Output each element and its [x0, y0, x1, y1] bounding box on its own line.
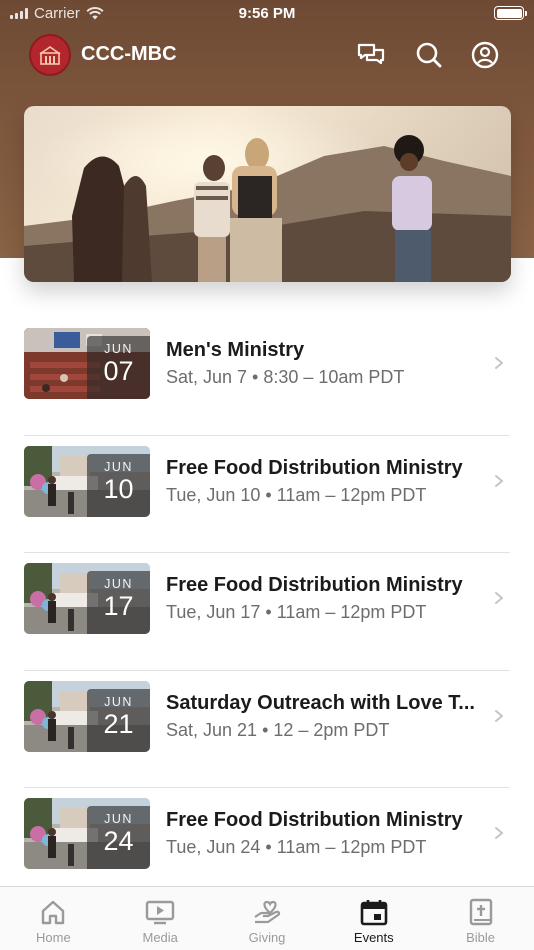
event-day: 10: [103, 473, 134, 504]
chevron-right-icon: [494, 474, 504, 488]
tab-events[interactable]: Events: [320, 887, 427, 950]
hero-photo: [24, 106, 511, 282]
chevron-right-icon: [494, 826, 504, 840]
event-title: Free Food Distribution Ministry: [166, 574, 463, 596]
tab-label: Home: [36, 930, 71, 945]
chevron-right-icon: [494, 591, 504, 605]
events-list: JUN 07 Men's Ministry Sat, Jun 7 • 8:30 …: [24, 318, 510, 906]
battery-icon: [494, 6, 527, 20]
event-month: JUN: [104, 694, 133, 709]
event-month: JUN: [104, 577, 133, 591]
event-thumbnail: JUN 21: [24, 680, 150, 752]
event-date-badge: JUN 07: [87, 336, 150, 399]
event-day: 21: [103, 708, 134, 739]
event-date-badge: JUN 21: [87, 688, 150, 752]
event-title: Free Food Distribution Ministry: [166, 809, 463, 831]
event-title: Free Food Distribution Ministry: [166, 456, 463, 479]
hero-banner-image[interactable]: [24, 106, 511, 282]
tab-label: Giving: [248, 930, 286, 945]
event-row[interactable]: JUN 17 Free Food Distribution Ministry T…: [24, 553, 510, 671]
giving-icon: [252, 897, 282, 927]
tab-home[interactable]: Home: [0, 887, 107, 950]
status-bar: Carrier 9:56 PM: [0, 0, 534, 28]
chat-icon[interactable]: [356, 40, 386, 70]
event-thumbnail: JUN 24: [24, 798, 150, 869]
media-icon: [145, 897, 175, 927]
event-datetime: Tue, Jun 17 • 11am – 12pm PDT: [166, 602, 427, 622]
event-date-badge: JUN 10: [87, 453, 150, 517]
nav-bar: CCC-MBC: [0, 32, 534, 78]
event-title: Men's Ministry: [166, 339, 305, 361]
chevron-right-icon: [494, 709, 504, 723]
event-day: 07: [103, 356, 134, 386]
event-day: 24: [103, 826, 134, 856]
chevron-right-icon: [494, 356, 504, 370]
event-datetime: Sat, Jun 21 • 12 – 2pm PDT: [166, 719, 390, 740]
event-datetime: Tue, Jun 24 • 11am – 12pm PDT: [166, 837, 427, 857]
church-logo-icon: [39, 46, 61, 65]
profile-icon[interactable]: [470, 40, 500, 70]
tab-bar: Home Media Giving Events Bible: [0, 886, 534, 950]
event-thumbnail: JUN 07: [24, 328, 150, 399]
event-day: 17: [103, 591, 134, 621]
home-icon: [38, 897, 68, 927]
event-date-badge: JUN 24: [87, 806, 150, 869]
event-date-badge: JUN 17: [87, 571, 150, 634]
event-row[interactable]: JUN 07 Men's Ministry Sat, Jun 7 • 8:30 …: [24, 318, 510, 436]
tab-giving[interactable]: Giving: [214, 887, 321, 950]
event-thumbnail: JUN 10: [24, 445, 150, 517]
tab-label: Events: [353, 930, 394, 945]
search-icon[interactable]: [414, 40, 444, 70]
event-title: Saturday Outreach with Love T...: [166, 691, 475, 714]
calendar-icon: [359, 897, 389, 927]
event-row[interactable]: JUN 21 Saturday Outreach with Love T... …: [24, 671, 510, 788]
tab-media[interactable]: Media: [107, 887, 214, 950]
event-month: JUN: [104, 812, 133, 826]
event-datetime: Tue, Jun 10 • 11am – 12pm PDT: [166, 484, 427, 505]
tab-label: Bible: [466, 930, 496, 945]
event-month: JUN: [104, 459, 133, 474]
event-datetime: Sat, Jun 7 • 8:30 – 10am PDT: [166, 367, 405, 387]
event-row[interactable]: JUN 10 Free Food Distribution Ministry T…: [24, 436, 510, 553]
event-month: JUN: [104, 342, 133, 356]
tab-bible[interactable]: Bible: [427, 887, 534, 950]
tab-label: Media: [142, 930, 178, 945]
church-logo[interactable]: [29, 34, 71, 76]
bible-icon: [466, 897, 496, 927]
event-thumbnail: JUN 17: [24, 563, 150, 634]
app-title: CCC-MBC: [81, 43, 177, 65]
status-time: 9:56 PM: [238, 5, 296, 22]
